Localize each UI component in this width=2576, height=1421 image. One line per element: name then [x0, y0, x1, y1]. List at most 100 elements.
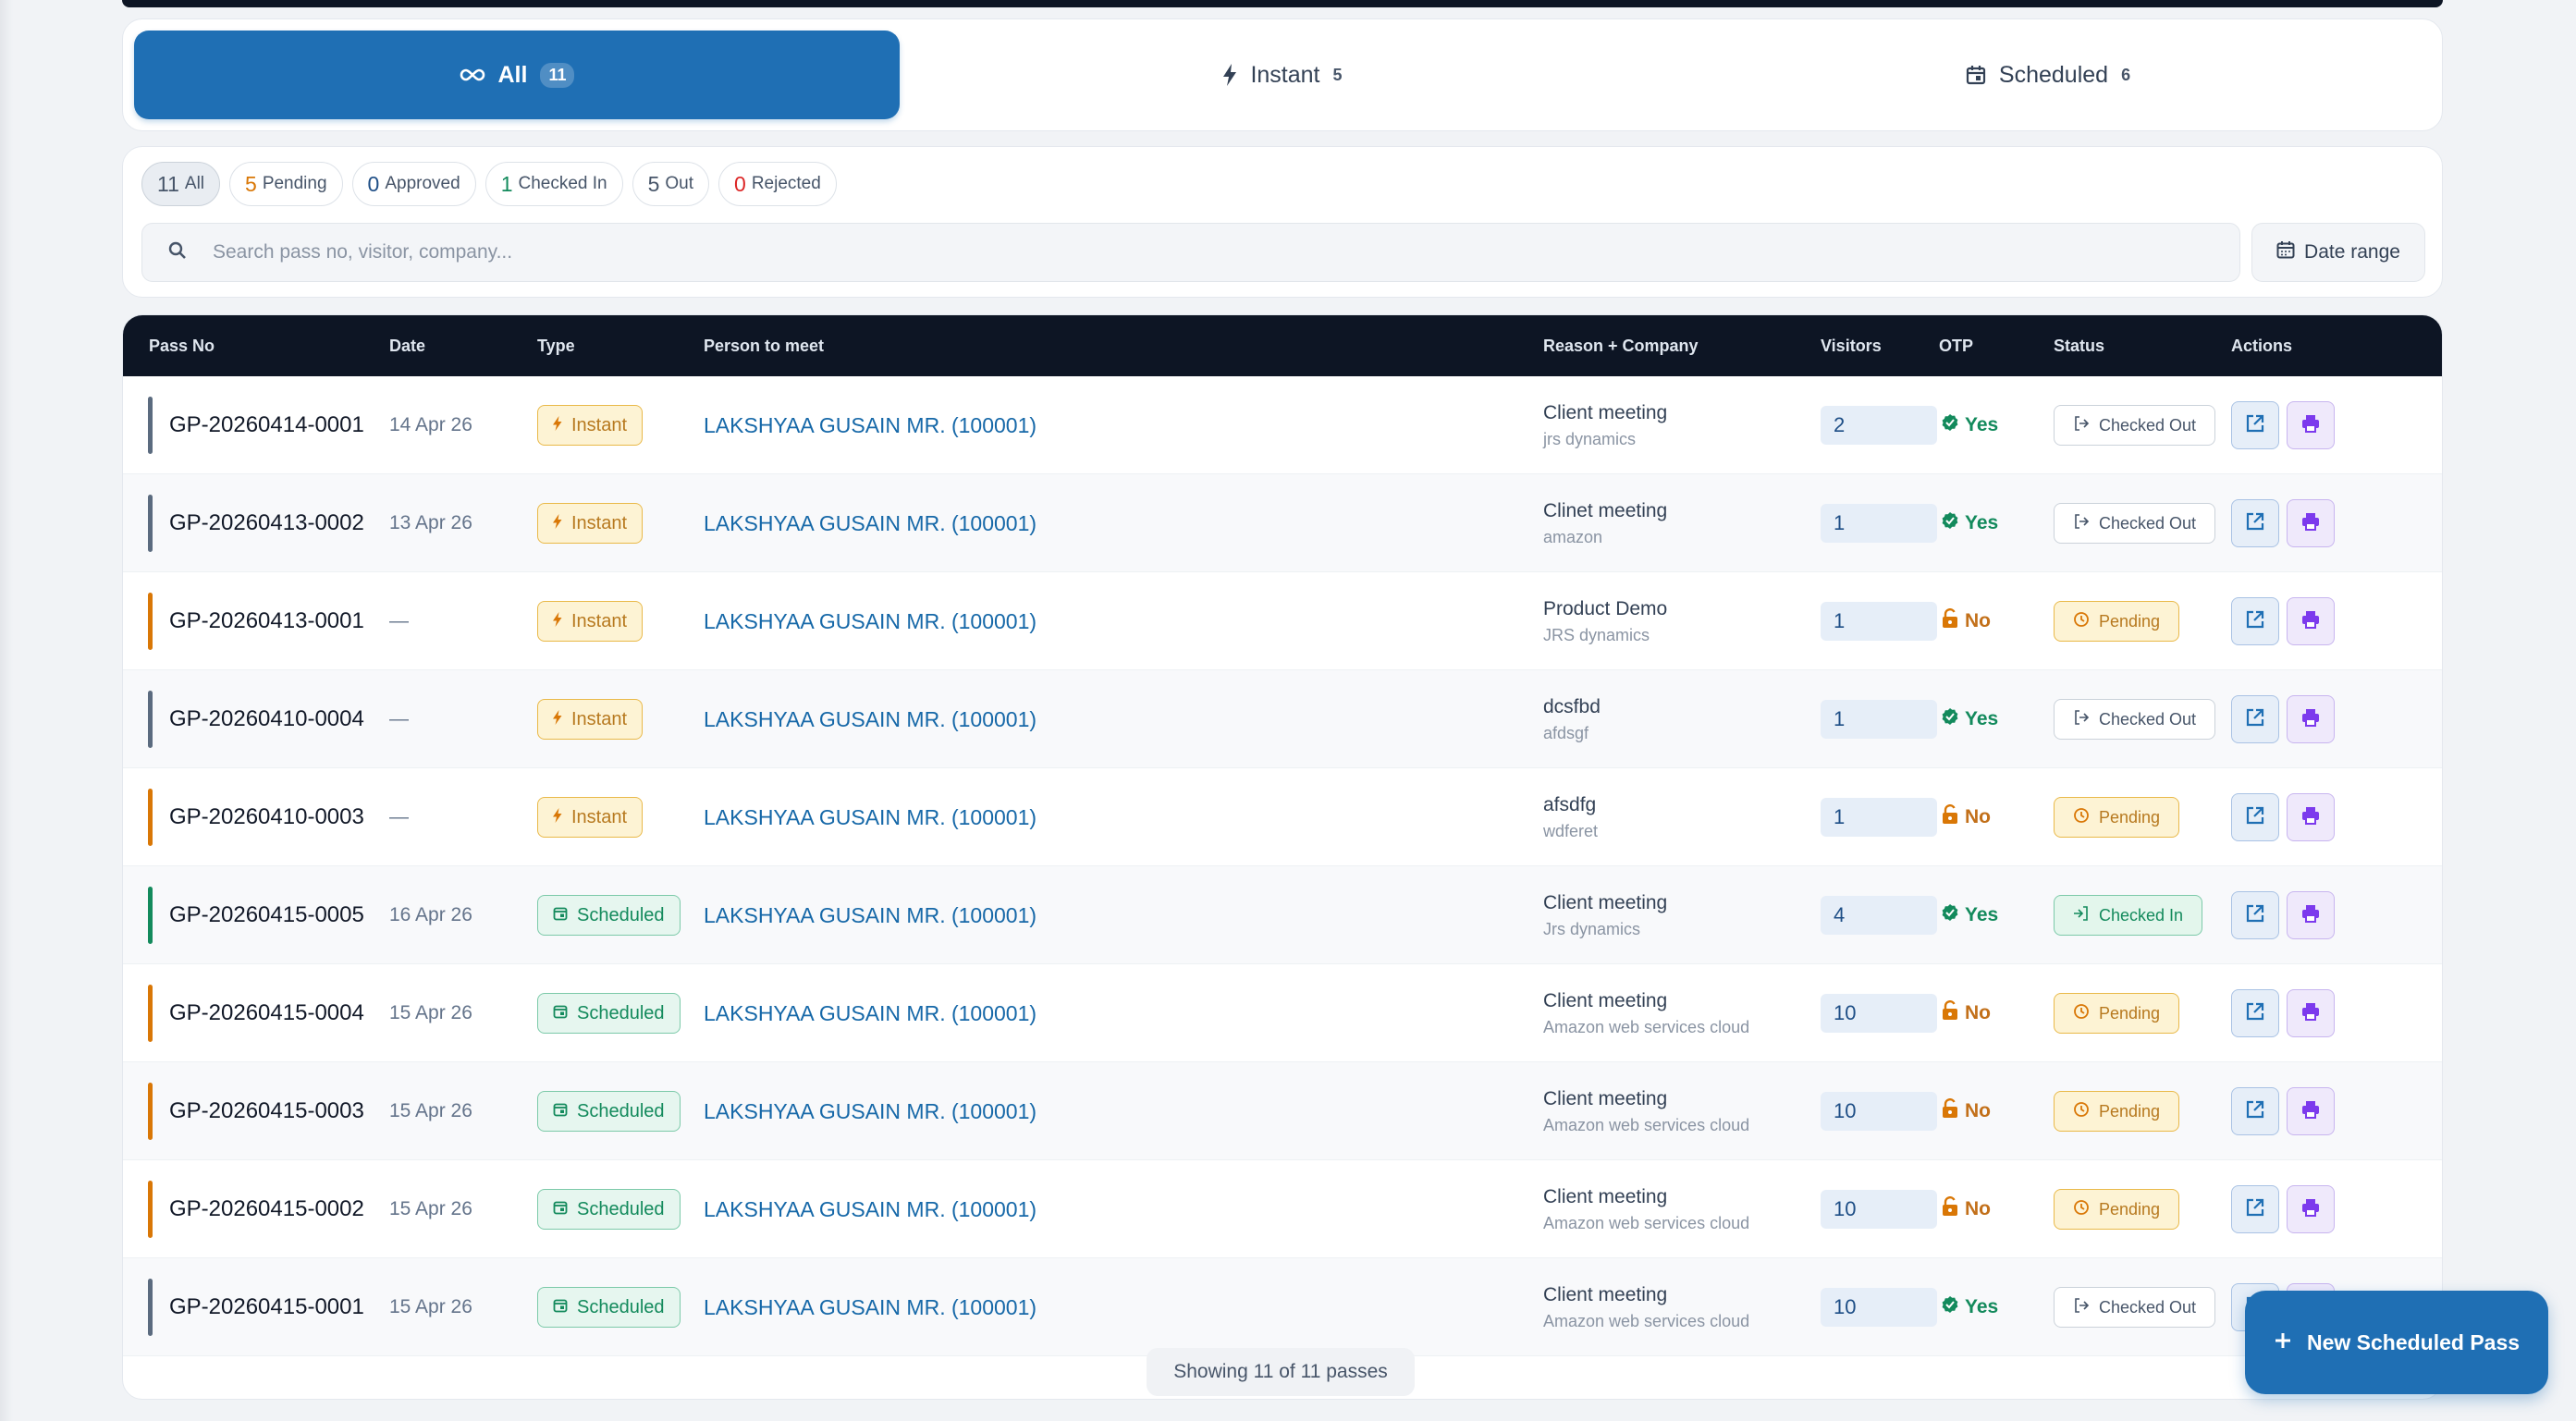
table-row[interactable]: GP-20260415-0003 15 Apr 26 Scheduled LAKSHY… — [123, 1062, 2442, 1160]
table-row[interactable]: GP-20260415-0005 16 Apr 26 Scheduled LAKSHY… — [123, 866, 2442, 964]
open-pass-button[interactable] — [2231, 695, 2279, 743]
column-header[interactable]: Status — [2054, 337, 2104, 356]
filter-chip-approved[interactable]: 0 Approved — [351, 162, 476, 206]
open-pass-button[interactable] — [2231, 499, 2279, 547]
type-cell: Instant — [537, 376, 644, 474]
column-header[interactable]: Date — [389, 337, 425, 356]
table-row[interactable]: GP-20260410-0003 — Instant LAKSHYAA GUSAIN … — [123, 768, 2442, 866]
status-cell: Checked In — [2054, 866, 2203, 964]
column-header[interactable]: Visitors — [1821, 337, 1882, 356]
table-row[interactable]: GP-20260415-0002 15 Apr 26 Scheduled LAKSHY… — [123, 1160, 2442, 1258]
type-cell: Scheduled — [537, 964, 681, 1062]
visitors-cell: 10 — [1821, 964, 1937, 1062]
status-badge: Checked Out — [2054, 503, 2216, 544]
table-row[interactable]: GP-20260415-0001 15 Apr 26 Scheduled LAKSHY… — [123, 1258, 2442, 1356]
status-badge: Pending — [2054, 797, 2180, 838]
column-header[interactable]: Pass No — [149, 337, 215, 356]
person-to-meet-link[interactable]: LAKSHYAA GUSAIN MR. (100001) — [704, 1160, 1037, 1258]
print-pass-button[interactable] — [2287, 695, 2335, 743]
pass-number[interactable]: GP-20260410-0004 — [169, 670, 364, 768]
filter-chip-pending[interactable]: 5 Pending — [229, 162, 343, 206]
open-pass-button[interactable] — [2231, 401, 2279, 449]
person-to-meet-link[interactable]: LAKSHYAA GUSAIN MR. (100001) — [704, 376, 1037, 474]
status-cell: Checked Out — [2054, 376, 2216, 474]
new-scheduled-pass-button[interactable]: New Scheduled Pass — [2245, 1291, 2548, 1394]
external-link-icon — [2245, 1001, 2265, 1026]
lock-open-icon — [1941, 1098, 1959, 1124]
otp-status: Yes — [1941, 376, 1998, 474]
open-pass-button[interactable] — [2231, 597, 2279, 645]
filter-chip-rejected[interactable]: 0 Rejected — [718, 162, 837, 206]
filter-chip-checked-in[interactable]: 1 Checked In — [485, 162, 623, 206]
pass-number[interactable]: GP-20260410-0003 — [169, 768, 364, 866]
otp-status: Yes — [1941, 474, 1998, 572]
table-row[interactable]: GP-20260413-0001 — Instant LAKSHYAA GUSAIN … — [123, 572, 2442, 670]
filter-chip-all[interactable]: 11 All — [141, 162, 221, 206]
tab-instant-count: 5 — [1332, 65, 1343, 84]
pass-number[interactable]: GP-20260415-0005 — [169, 866, 364, 964]
print-pass-button[interactable] — [2287, 1087, 2335, 1135]
table-row[interactable]: GP-20260414-0001 14 Apr 26 Instant LAKSHYAA… — [123, 376, 2442, 474]
row-actions — [2231, 670, 2335, 768]
pass-number[interactable]: GP-20260415-0003 — [169, 1062, 364, 1160]
pass-number[interactable]: GP-20260413-0002 — [169, 474, 364, 572]
status-badge: Pending — [2054, 1091, 2180, 1132]
print-pass-button[interactable] — [2287, 989, 2335, 1037]
pass-number[interactable]: GP-20260413-0001 — [169, 572, 364, 670]
date-range-button[interactable]: Date range — [2251, 223, 2425, 282]
print-pass-button[interactable] — [2287, 1185, 2335, 1233]
type-label: Instant — [571, 414, 628, 435]
status-cell: Pending — [2054, 572, 2180, 670]
reason-company: Client meeting jrs dynamics — [1543, 376, 1667, 474]
pass-type-tabs: All 11 Instant 5 Scheduled 6 — [122, 18, 2443, 131]
open-pass-button[interactable] — [2231, 891, 2279, 939]
column-header[interactable]: OTP — [1939, 337, 1973, 356]
reason-text: Client meeting — [1543, 1185, 1668, 1207]
tab-instant[interactable]: Instant 5 — [900, 31, 1665, 119]
pass-number[interactable]: GP-20260415-0004 — [169, 964, 364, 1062]
check-out-icon — [2073, 709, 2090, 730]
print-pass-button[interactable] — [2287, 499, 2335, 547]
print-pass-button[interactable] — [2287, 597, 2335, 645]
external-link-icon — [2245, 903, 2265, 928]
tab-scheduled[interactable]: Scheduled 6 — [1665, 31, 2431, 119]
person-to-meet-link[interactable]: LAKSHYAA GUSAIN MR. (100001) — [704, 474, 1037, 572]
person-to-meet-link[interactable]: LAKSHYAA GUSAIN MR. (100001) — [704, 964, 1037, 1062]
pass-number[interactable]: GP-20260415-0001 — [169, 1258, 364, 1356]
clock-icon — [2073, 807, 2090, 828]
person-to-meet-link[interactable]: LAKSHYAA GUSAIN MR. (100001) — [704, 768, 1037, 866]
reason-text: dcsfbd — [1543, 695, 1601, 717]
pass-number[interactable]: GP-20260415-0002 — [169, 1160, 364, 1258]
search-input[interactable] — [213, 241, 2154, 263]
column-header[interactable]: Reason + Company — [1543, 337, 1699, 356]
status-cell: Pending — [2054, 964, 2180, 1062]
pass-date: 14 Apr 26 — [389, 414, 472, 435]
open-pass-button[interactable] — [2231, 1185, 2279, 1233]
person-to-meet-link[interactable]: LAKSHYAA GUSAIN MR. (100001) — [704, 866, 1037, 964]
open-pass-button[interactable] — [2231, 1087, 2279, 1135]
open-pass-button[interactable] — [2231, 989, 2279, 1037]
person-to-meet-link[interactable]: LAKSHYAA GUSAIN MR. (100001) — [704, 1062, 1037, 1160]
column-header[interactable]: Actions — [2231, 337, 2292, 356]
pass-number[interactable]: GP-20260414-0001 — [169, 376, 364, 474]
table-row[interactable]: GP-20260415-0004 15 Apr 26 Scheduled LAKSHY… — [123, 964, 2442, 1062]
type-cell: Scheduled — [537, 1062, 681, 1160]
person-to-meet-link[interactable]: LAKSHYAA GUSAIN MR. (100001) — [704, 1258, 1037, 1356]
column-header[interactable]: Type — [537, 337, 575, 356]
open-pass-button[interactable] — [2231, 793, 2279, 841]
table-row[interactable]: GP-20260413-0002 13 Apr 26 Instant LAKSHYAA… — [123, 474, 2442, 572]
person-to-meet-link[interactable]: LAKSHYAA GUSAIN MR. (100001) — [704, 670, 1037, 768]
print-pass-button[interactable] — [2287, 401, 2335, 449]
person-to-meet-link[interactable]: LAKSHYAA GUSAIN MR. (100001) — [704, 572, 1037, 670]
table-row[interactable]: GP-20260410-0004 — Instant LAKSHYAA GUSAIN … — [123, 670, 2442, 768]
row-status-accent — [148, 1083, 153, 1140]
filter-chip-out[interactable]: 5 Out — [632, 162, 710, 206]
type-label: Scheduled — [577, 1100, 665, 1121]
print-pass-button[interactable] — [2287, 891, 2335, 939]
otp-status: Yes — [1941, 1258, 1998, 1356]
tab-all[interactable]: All 11 — [134, 31, 900, 119]
type-label: Scheduled — [577, 1296, 665, 1317]
print-pass-button[interactable] — [2287, 793, 2335, 841]
column-header[interactable]: Person to meet — [704, 337, 824, 356]
check-out-icon — [2073, 513, 2090, 534]
